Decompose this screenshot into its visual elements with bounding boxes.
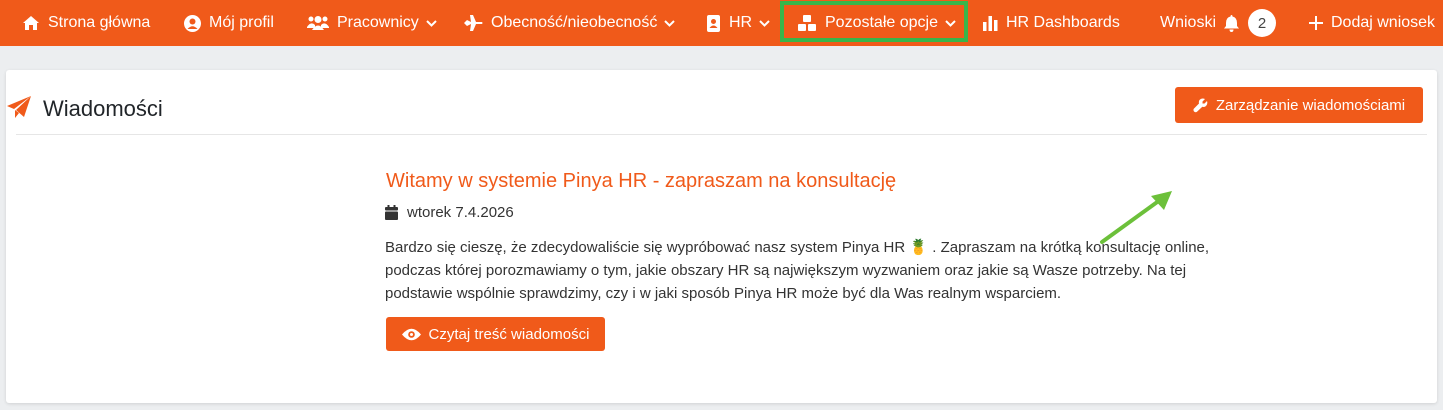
read-message-label: Czytaj treść wiadomości (428, 325, 590, 343)
nav-hr-dashboards[interactable]: HR Dashboards (983, 0, 1120, 46)
manage-messages-label: Zarządzanie wiadomościami (1215, 96, 1406, 114)
highlight-box (780, 1, 968, 42)
manage-messages-button[interactable]: Zarządzanie wiadomościami (1175, 87, 1423, 123)
nav-home[interactable]: Strona główna (22, 0, 150, 46)
nav-attendance-label: Obecność/nieobecność (491, 14, 658, 31)
nav-requests-label: Wnioski (1160, 14, 1217, 31)
wrench-icon (1193, 97, 1208, 112)
chevron-down-icon (426, 19, 437, 27)
user-circle-icon (184, 14, 201, 32)
message-title-link[interactable]: Witamy w systemie Pinya HR - zapraszam n… (386, 170, 896, 193)
message-body: Bardzo się cieszę, że zdecydowaliście si… (385, 236, 1225, 305)
message-body-part1: Bardzo się cieszę, że zdecydowaliście si… (385, 239, 910, 256)
home-icon (23, 16, 39, 30)
bar-chart-icon (983, 15, 998, 31)
calendar-icon (385, 205, 398, 220)
messages-card: Wiadomości Zarządzanie wiadomościami Wit… (6, 70, 1437, 403)
message-date-text: wtorek 7.4.2026 (407, 204, 514, 221)
requests-count-badge: 2 (1248, 9, 1277, 37)
bell-icon (1224, 14, 1240, 32)
nav-employees-label: Pracownicy (337, 14, 419, 31)
top-navbar: Strona główna Mój profil Pracownicy Obec… (0, 0, 1443, 46)
paper-plane-icon (7, 96, 31, 118)
users-icon (307, 16, 329, 30)
nav-hr[interactable]: HR (706, 0, 770, 46)
chevron-down-icon (759, 19, 770, 27)
nav-attendance[interactable]: Obecność/nieobecność (464, 0, 676, 46)
plane-icon (464, 15, 483, 31)
eye-icon (401, 328, 421, 340)
read-message-button[interactable]: Czytaj treść wiadomości (386, 317, 605, 351)
nav-requests[interactable]: Wnioski 2 (1160, 0, 1277, 46)
nav-hr-dashboards-label: HR Dashboards (1006, 14, 1120, 31)
nav-add-request-label: Dodaj wniosek (1331, 14, 1436, 31)
nav-profile-label: Mój profil (209, 14, 274, 31)
address-book-icon (707, 14, 720, 32)
nav-hr-label: HR (729, 14, 753, 31)
nav-add-request[interactable]: Dodaj wniosek (1309, 0, 1435, 46)
nav-employees[interactable]: Pracownicy (307, 0, 437, 46)
nav-home-label: Strona główna (48, 14, 151, 31)
page-title: Wiadomości (43, 96, 163, 121)
message-date: wtorek 7.4.2026 (385, 204, 514, 221)
chevron-down-icon (664, 19, 676, 27)
plus-icon (1309, 16, 1323, 30)
pineapple-emoji: 🍍 (909, 239, 929, 256)
nav-profile[interactable]: Mój profil (184, 0, 274, 46)
